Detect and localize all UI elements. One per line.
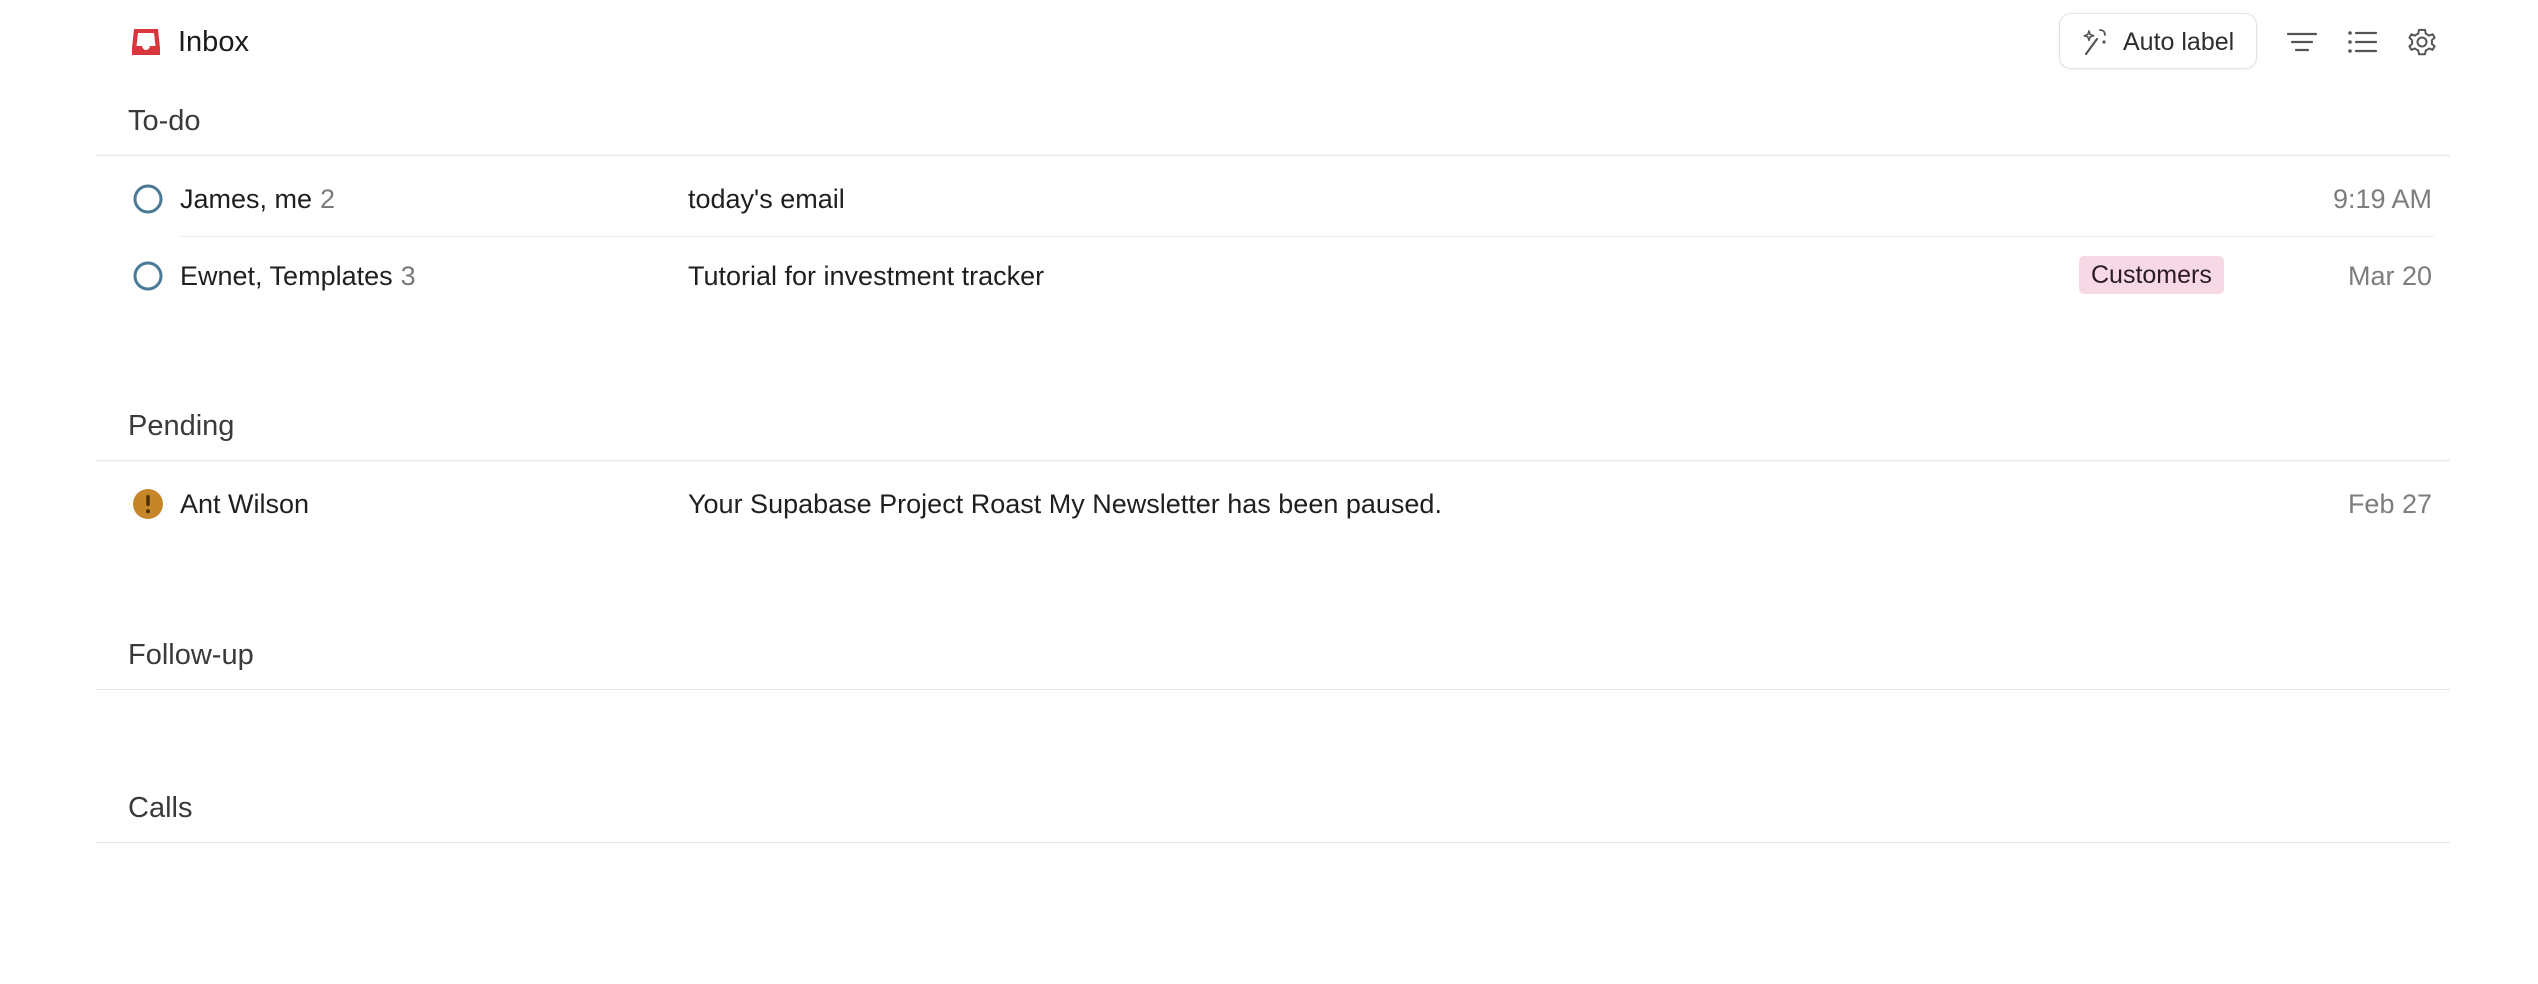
- auto-label-button-label: Auto label: [2123, 28, 2235, 56]
- section-title-todo[interactable]: To-do: [128, 103, 201, 139]
- page-title: Inbox: [178, 26, 249, 58]
- section-divider: [96, 689, 2450, 690]
- filter-icon[interactable]: [2285, 25, 2319, 59]
- sender-name: Ant Wilson: [180, 489, 310, 519]
- thread-count: 3: [400, 261, 416, 291]
- list-icon[interactable]: [2345, 25, 2379, 59]
- sender-name: James, me: [180, 184, 313, 214]
- thread-count: 2: [320, 184, 336, 214]
- email-subject: Your Supabase Project Roast My Newslette…: [688, 489, 1442, 519]
- email-row[interactable]: Ewnet, Templates 3 Tutorial for investmen…: [96, 238, 2450, 314]
- section-divider: [96, 460, 2450, 461]
- email-row[interactable]: Ant Wilson Your Supabase Project Roast M…: [96, 466, 2450, 542]
- inbox-tray-icon: [132, 29, 160, 55]
- email-date: Feb 27: [2347, 489, 2432, 519]
- section-title-followup[interactable]: Follow-up: [128, 637, 254, 673]
- email-date: Mar 20: [2347, 261, 2432, 291]
- email-row[interactable]: James, me 2 today's email 9:19 AM: [96, 161, 2450, 237]
- section-title-calls[interactable]: Calls: [128, 790, 192, 826]
- email-sender: James, me 2: [180, 181, 335, 217]
- section-title-pending[interactable]: Pending: [128, 408, 234, 444]
- magic-wand-icon: [2083, 29, 2106, 56]
- sender-name: Ewnet, Templates: [180, 261, 393, 291]
- gear-icon[interactable]: [2405, 25, 2439, 59]
- label-badge-customers[interactable]: Customers: [2079, 256, 2224, 294]
- circle-outline-icon[interactable]: [132, 183, 164, 215]
- email-date: 9:19 AM: [2332, 184, 2432, 214]
- row-divider: [180, 236, 2434, 237]
- warning-circle-icon[interactable]: [132, 488, 164, 520]
- section-divider: [96, 842, 2450, 843]
- inbox-header: Inbox Auto label: [0, 0, 2538, 84]
- section-divider: [96, 155, 2450, 156]
- email-subject: today's email: [688, 184, 845, 214]
- email-sender: Ant Wilson: [180, 486, 309, 522]
- auto-label-button[interactable]: Auto label: [2059, 13, 2257, 69]
- email-subject: Tutorial for investment tracker: [688, 261, 1045, 291]
- email-sender: Ewnet, Templates 3: [180, 258, 416, 294]
- circle-outline-icon[interactable]: [132, 260, 164, 292]
